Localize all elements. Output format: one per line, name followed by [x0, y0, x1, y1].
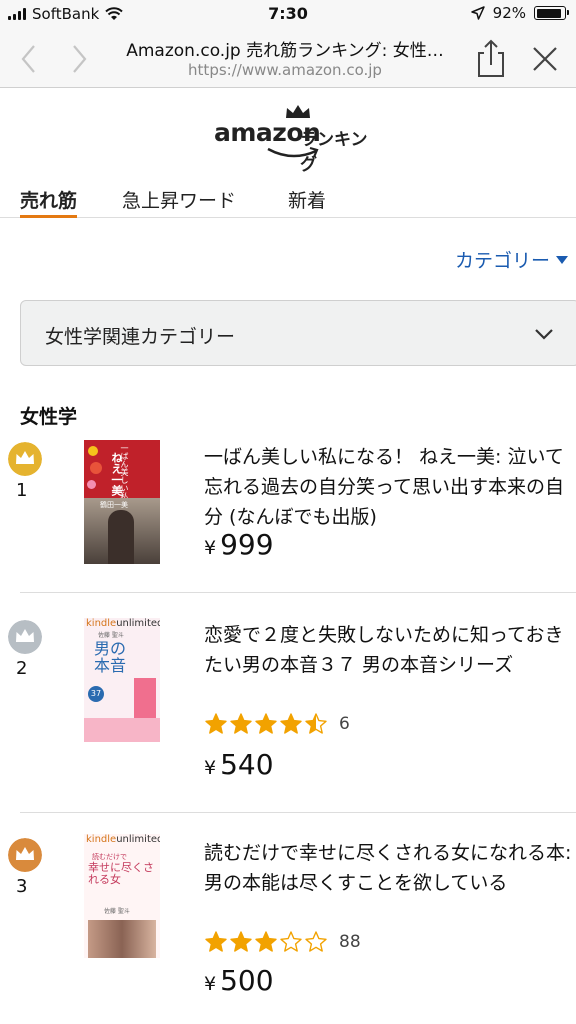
rank-number: 1 — [16, 480, 28, 501]
cover-title: ねえ一美 — [110, 452, 123, 496]
cover-title: 幸せに尽くされる女 — [88, 861, 154, 886]
price: ¥540 — [204, 748, 274, 781]
star-empty-icon — [280, 931, 302, 952]
bronze-crown-badge-icon — [8, 838, 42, 872]
tab-movers[interactable]: 急上昇ワード — [122, 186, 236, 218]
book-title[interactable]: 一ばん美しい私になる！ ねえ一美: 泣いて忘れる過去の自分笑って思い出す本来の自… — [204, 442, 574, 532]
divider — [20, 812, 576, 813]
back-icon[interactable] — [14, 42, 44, 76]
tab-bestsellers[interactable]: 売れ筋 — [20, 186, 78, 218]
ranking-tabs: 売れ筋 急上昇ワード 新着 — [0, 184, 576, 218]
smile-arrow-icon — [267, 146, 319, 158]
url-text[interactable]: https://www.amazon.co.jp — [110, 61, 460, 79]
caret-down-icon — [556, 255, 568, 264]
price-value: 540 — [220, 748, 274, 781]
tab-new[interactable]: 新着 — [288, 186, 326, 218]
close-icon[interactable] — [530, 44, 560, 74]
cover-author: 佐藤 聖斗 — [98, 632, 124, 639]
cover-number: 37 — [88, 686, 104, 702]
battery-icon — [534, 6, 569, 20]
star-rating — [204, 712, 328, 736]
rank-number: 3 — [16, 876, 28, 897]
page-title: Amazon.co.jp 売れ筋ランキング: 女性… — [126, 41, 444, 61]
category-link-label: カテゴリー — [454, 250, 550, 272]
location-icon — [470, 6, 485, 20]
section-title: 女性学 — [20, 406, 78, 428]
book-cover[interactable]: 一ばん美しい私になる ねえ一美 鶴田一美 — [84, 440, 160, 564]
cover-author: 佐藤 聖斗 — [104, 908, 130, 915]
chevron-down-icon — [535, 329, 553, 340]
book-title[interactable]: 読むだけで幸せに尽くされる女になれる本: 男の本能は尽くすことを欲している — [204, 838, 574, 898]
star-full-icon — [205, 713, 227, 734]
category-link[interactable]: カテゴリー — [455, 246, 568, 273]
review-count: 88 — [339, 932, 361, 952]
book-title[interactable]: 恋愛で２度と失敗しないために知っておきたい男の本音３７ 男の本音シリーズ — [204, 620, 574, 680]
amazon-ranking-logo[interactable]: amazon ランキング — [214, 104, 384, 175]
star-empty-icon — [305, 931, 327, 952]
star-full-icon — [205, 931, 227, 952]
price: ¥500 — [204, 964, 274, 997]
rating[interactable]: 88 — [204, 930, 361, 954]
book-cover[interactable]: kindleunlimited 男の本音 37 佐藤 聖斗 — [84, 618, 160, 742]
star-full-icon — [230, 931, 252, 952]
star-rating — [204, 930, 328, 954]
price: ¥999 — [204, 528, 274, 561]
kindle-unlimited-logo: kindleunlimited — [86, 618, 160, 629]
price-value: 999 — [220, 528, 274, 561]
category-dropdown-label: 女性学関連カテゴリー — [45, 326, 236, 348]
book-cover[interactable]: kindleunlimited 読むだけで 幸せに尽くされる女 佐藤 聖斗 — [84, 834, 160, 958]
star-half-icon — [305, 713, 327, 734]
price-value: 500 — [220, 964, 274, 997]
star-full-icon — [255, 713, 277, 734]
star-full-icon — [280, 713, 302, 734]
star-full-icon — [255, 931, 277, 952]
status-bar: SoftBank 7:30 92% — [0, 0, 576, 30]
browser-bar: Amazon.co.jp 売れ筋ランキング: 女性… https://www.a… — [0, 30, 576, 88]
rank-number: 2 — [16, 658, 28, 679]
category-dropdown[interactable]: 女性学関連カテゴリー — [20, 300, 576, 366]
star-full-icon — [230, 713, 252, 734]
gold-crown-badge-icon — [8, 442, 42, 476]
share-icon[interactable] — [474, 38, 508, 78]
silver-crown-badge-icon — [8, 620, 42, 654]
forward-icon[interactable] — [64, 42, 94, 76]
battery-percent: 92% — [492, 4, 526, 22]
rating[interactable]: 6 — [204, 712, 350, 736]
review-count: 6 — [339, 714, 350, 734]
cover-author: 鶴田一美 — [100, 501, 128, 509]
divider — [20, 592, 576, 593]
cover-title: 男の本音 — [94, 639, 127, 675]
kindle-unlimited-logo: kindleunlimited — [86, 834, 160, 845]
